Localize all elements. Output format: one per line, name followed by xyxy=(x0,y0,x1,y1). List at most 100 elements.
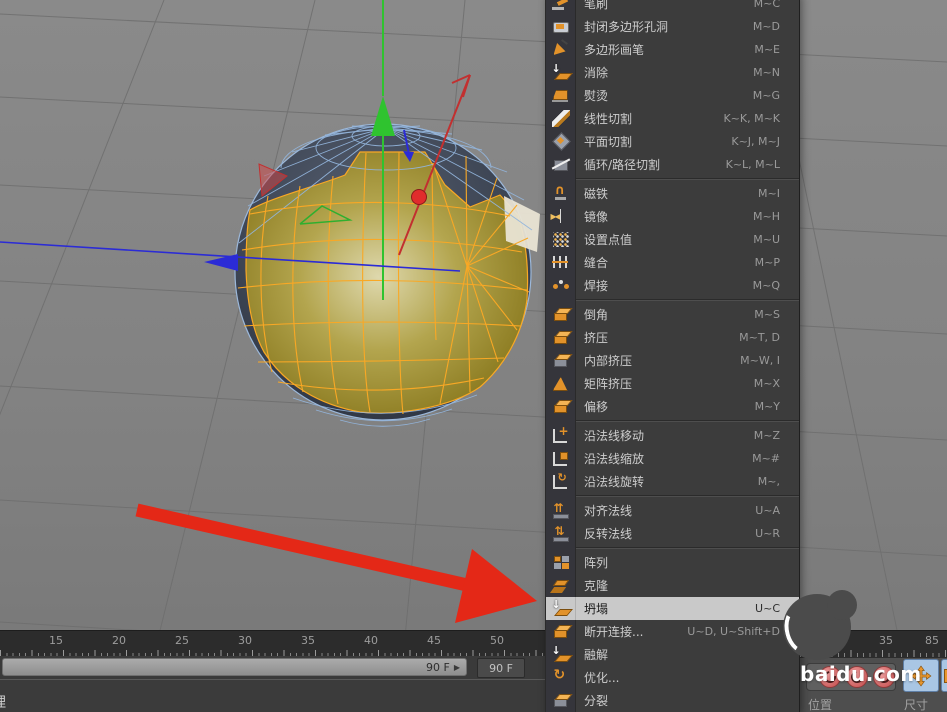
menu-item-label: 镜像 xyxy=(576,208,608,225)
frame-powerslider[interactable]: 90 F ▶ xyxy=(2,658,467,676)
ruler-frame-label: 35 xyxy=(301,634,315,647)
menu-item-weld[interactable]: 焊接 M~Q xyxy=(546,274,799,297)
menu-item-bevel[interactable]: 倒角 M~S xyxy=(546,303,799,326)
status-text-clipped: 理 xyxy=(0,692,6,712)
menu-item-label: 消除 xyxy=(576,64,608,81)
dissolve-icon xyxy=(552,64,570,81)
reverse-normals-icon xyxy=(552,525,570,542)
split-icon xyxy=(552,692,570,709)
menu-item-melt[interactable]: 融解 xyxy=(546,643,799,666)
menu-item-label: 平面切割 xyxy=(576,133,632,150)
ruler-frame-label: 30 xyxy=(238,634,252,647)
menu-item-close-polygon-hole[interactable]: 封闭多边形孔洞M~D xyxy=(546,15,799,38)
menu-item-extrude[interactable]: 挤压M~T, D xyxy=(546,326,799,349)
menu-item-label: 偏移 xyxy=(576,398,608,415)
scale-tool-button[interactable] xyxy=(941,659,947,692)
polygon-sphere xyxy=(235,124,540,426)
menu-separator xyxy=(546,297,799,303)
menu-separator xyxy=(546,493,799,499)
size-label: 尺寸 xyxy=(904,696,928,712)
menu-item-label: 优化... xyxy=(576,669,619,686)
menu-item-shortcut: K~L, M~L xyxy=(726,158,799,171)
menu-item-collapse[interactable]: 坍塌U~C xyxy=(546,597,799,620)
menu-separator xyxy=(546,545,799,551)
menu-item-shortcut: M~S xyxy=(754,308,799,321)
menu-item-label: 阵列 xyxy=(576,554,608,571)
menu-item-shortcut: M~Y xyxy=(755,400,799,413)
powerslider-value: 90 F xyxy=(426,661,450,674)
matrix-extrude-icon xyxy=(552,375,570,392)
menu-item-brush[interactable]: 笔刷M~C xyxy=(546,0,799,15)
menu-item-magnet[interactable]: 磁铁M~I xyxy=(546,182,799,205)
menu-item-dissolve[interactable]: 消除 M~N xyxy=(546,61,799,84)
ruler-frame-label: 20 xyxy=(112,634,126,647)
annotation-arrow xyxy=(137,510,537,623)
menu-item-label: 线性切割 xyxy=(576,110,632,127)
current-frame-field[interactable]: 90 F xyxy=(477,658,525,678)
menu-item-loop-cut[interactable]: 循环/路径切割 K~L, M~L xyxy=(546,153,799,176)
menu-item-label: 沿法线旋转 xyxy=(576,473,644,490)
menu-item-shortcut: M~W, I xyxy=(740,354,799,367)
menu-separator xyxy=(546,418,799,424)
clone-icon xyxy=(552,577,570,594)
menu-item-shortcut: M~T, D xyxy=(739,331,799,344)
stitch-icon xyxy=(552,254,570,271)
menu-item-mirror[interactable]: 镜像M~H xyxy=(546,205,799,228)
menu-item-label: 矩阵挤压 xyxy=(576,375,632,392)
menu-item-smooth-shift[interactable]: 偏移 M~Y xyxy=(546,395,799,418)
menu-item-label: 对齐法线 xyxy=(576,502,632,519)
menu-item-line-cut[interactable]: 线性切割 K~K, M~K xyxy=(546,107,799,130)
menu-item-shortcut: U~A xyxy=(755,504,799,517)
menu-item-array[interactable]: 阵列 xyxy=(546,551,799,574)
position-label: 位置 xyxy=(808,696,832,712)
powerslider-row: 90 F ▶ 90 F xyxy=(0,656,545,679)
brush-icon xyxy=(552,0,570,12)
cinema4d-window: 15202530354045503585 90 F ▶ 90 F 理 位置 尺寸… xyxy=(0,0,947,712)
menu-item-label: 反转法线 xyxy=(576,525,632,542)
menu-item-label: 克隆 xyxy=(576,577,608,594)
menu-item-label: 倒角 xyxy=(576,306,608,323)
menu-item-label: 内部挤压 xyxy=(576,352,632,369)
menu-item-label: 循环/路径切割 xyxy=(576,156,660,173)
menu-item-polygon-pen[interactable]: 多边形画笔M~E xyxy=(546,38,799,61)
menu-item-matrix-extrude[interactable]: 矩阵挤压M~X xyxy=(546,372,799,395)
menu-item-normal-scale[interactable]: 沿法线缩放M~# xyxy=(546,447,799,470)
menu-item-shortcut: M~N xyxy=(753,66,799,79)
menu-item-label: 分裂 xyxy=(576,692,608,709)
menu-item-shortcut: M~Q xyxy=(753,279,799,292)
extrude-inner-icon xyxy=(552,352,570,369)
menu-item-optimize[interactable]: 优化... xyxy=(546,666,799,689)
menu-item-shortcut: M~G xyxy=(753,89,799,102)
play-icon: ▶ xyxy=(454,663,460,672)
menu-item-plane-cut[interactable]: 平面切割 K~J, M~J xyxy=(546,130,799,153)
array-icon xyxy=(552,554,570,571)
watermark-logo xyxy=(783,592,855,662)
menu-item-set-point-value[interactable]: 设置点值M~U xyxy=(546,228,799,251)
menu-item-extrude-inner[interactable]: 内部挤压 M~W, I xyxy=(546,349,799,372)
menu-item-split[interactable]: 分裂 xyxy=(546,689,799,712)
menu-item-label: 沿法线移动 xyxy=(576,427,644,444)
menu-item-shortcut: U~R xyxy=(755,527,799,540)
menu-item-disconnect[interactable]: 断开连接...U~D, U~Shift+D xyxy=(546,620,799,643)
weld-icon xyxy=(552,277,570,294)
menu-item-shortcut: K~J, M~J xyxy=(731,135,799,148)
menu-item-align-normals[interactable]: 对齐法线 U~A xyxy=(546,499,799,522)
menu-item-normal-move[interactable]: 沿法线移动M~Z xyxy=(546,424,799,447)
menu-item-label: 焊接 xyxy=(576,277,608,294)
normal-rotate-icon xyxy=(552,473,570,490)
extrude-icon xyxy=(552,329,570,346)
normal-scale-icon xyxy=(552,450,570,467)
ruler-frame-label: 15 xyxy=(49,634,63,647)
menu-item-stitch[interactable]: 缝合M~P xyxy=(546,251,799,274)
menu-item-iron[interactable]: 熨烫M~G xyxy=(546,84,799,107)
magnet-icon xyxy=(552,185,570,202)
menu-item-label: 封闭多边形孔洞 xyxy=(576,18,668,35)
menu-item-reverse-normals[interactable]: 反转法线 U~R xyxy=(546,522,799,545)
smooth-shift-icon xyxy=(552,398,570,415)
mirror-icon xyxy=(552,208,570,225)
menu-item-normal-rotate[interactable]: 沿法线旋转M~, xyxy=(546,470,799,493)
menu-item-clone[interactable]: 克隆 xyxy=(546,574,799,597)
menu-item-shortcut: K~K, M~K xyxy=(723,112,799,125)
align-normals-icon xyxy=(552,502,570,519)
disconnect-icon xyxy=(552,623,570,640)
